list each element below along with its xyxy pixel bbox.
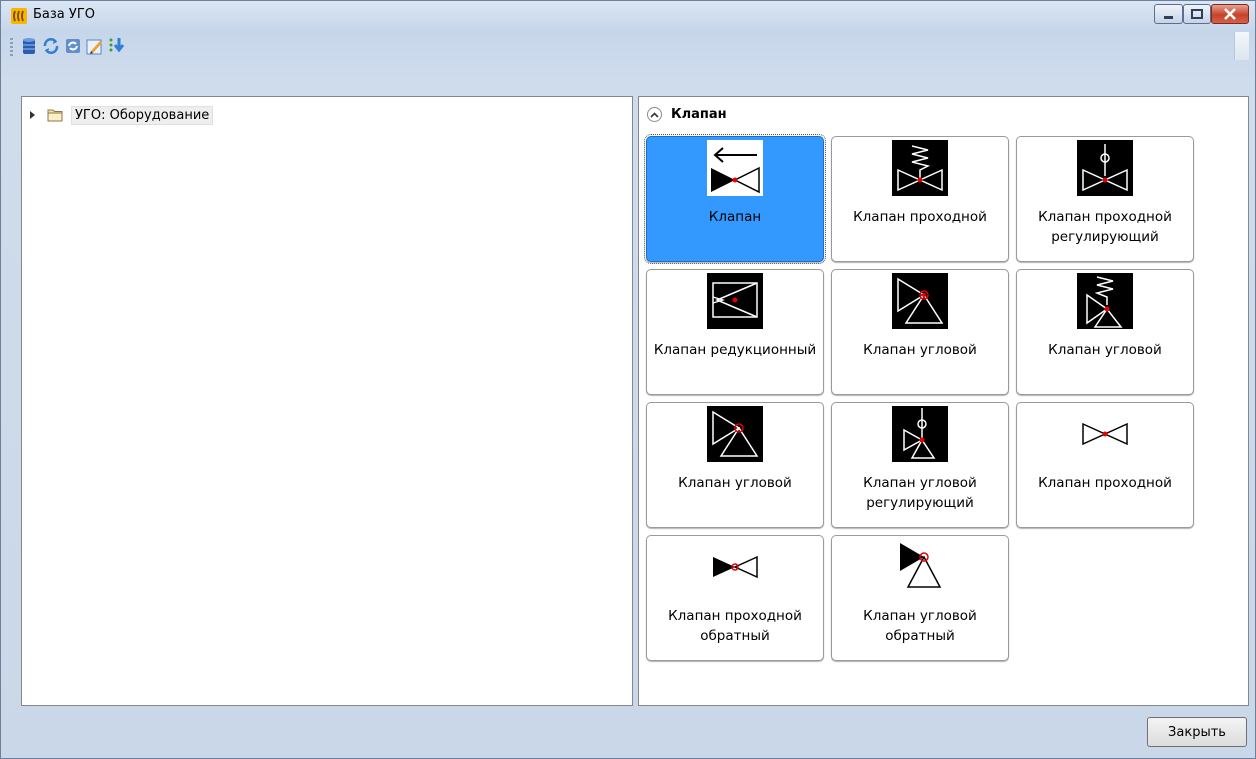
toolbar-overflow[interactable]: [1234, 32, 1249, 60]
valve-angle-spring-icon: [1077, 273, 1133, 329]
valve-angle-icon: [892, 273, 948, 329]
valve-angle-icon: [707, 406, 763, 462]
symbol-label: Клапан проходной обратный: [668, 608, 802, 644]
symbol-label: Клапан угловой: [678, 475, 792, 491]
minimize-icon: [1164, 16, 1173, 19]
sync-button[interactable]: [63, 36, 83, 56]
symbol-tile[interactable]: Клапан проходной: [831, 136, 1009, 262]
symbol-label: Клапан угловой: [1048, 342, 1162, 358]
valve-spring-icon: [892, 140, 948, 196]
close-button[interactable]: Закрыть: [1147, 717, 1247, 747]
symbol-tile[interactable]: Клапан проходной регулирующий: [1016, 136, 1194, 262]
toolbar: [7, 32, 1249, 60]
close-window-button[interactable]: [1211, 4, 1249, 24]
valve-reducing-icon: [707, 273, 763, 329]
valve-angle-check-icon: [900, 543, 942, 588]
database-icon: [23, 38, 35, 54]
symbol-tile[interactable]: Клапан угловой обратный: [831, 535, 1009, 661]
chevron-up-icon: [650, 111, 659, 118]
app-logo-icon: [11, 8, 27, 24]
symbol-tile[interactable]: Клапан угловой: [831, 269, 1009, 395]
symbol-tile[interactable]: Клапан: [644, 134, 826, 264]
symbol-label: Клапан редукционный: [653, 342, 817, 358]
database-button[interactable]: [19, 36, 39, 56]
edit-button[interactable]: [85, 36, 105, 56]
folder-icon: [47, 109, 63, 122]
symbol-tile[interactable]: Клапан редукционный: [646, 269, 824, 395]
tree-pane: УГО: Оборудование: [21, 96, 633, 706]
symbol-tile[interactable]: Клапан угловой: [1016, 269, 1194, 395]
symbol-label: Клапан проходной: [853, 209, 987, 225]
symbol-label: Клапан: [708, 209, 762, 225]
symbol-tile[interactable]: Клапан угловой: [646, 402, 824, 528]
title-bar[interactable]: База УГО: [1, 1, 1255, 31]
group-header: Клапан: [647, 107, 727, 122]
symbol-label: Клапан угловой обратный: [863, 608, 977, 644]
symbol-tile[interactable]: Клапан проходной обратный: [646, 535, 824, 661]
valve-straight-icon: [1082, 422, 1128, 446]
symbol-tile[interactable]: Клапан угловой регулирующий: [831, 402, 1009, 528]
refresh-icon: [43, 38, 59, 54]
sync-icon: [66, 39, 80, 53]
group-title: Клапан: [671, 107, 727, 122]
symbols-pane: Клапан Клапан Клапан проходной Клапан пр…: [638, 96, 1249, 706]
toolbar-grip[interactable]: [10, 38, 13, 56]
minimize-button[interactable]: [1154, 4, 1183, 24]
maximize-icon: [1191, 9, 1203, 19]
window-title: База УГО: [33, 7, 95, 22]
valve-regulating-icon: [1077, 140, 1133, 196]
window: База УГО УГО: Оборудование Клапан Клапан…: [0, 0, 1256, 759]
close-icon: [1224, 8, 1236, 20]
valve-angle-regulating-icon: [892, 406, 948, 462]
valve-arrow-icon: [707, 140, 763, 196]
valve-check-icon: [713, 555, 758, 579]
symbol-label: Клапан проходной регулирующий: [1038, 209, 1172, 245]
symbol-label: Клапан угловой регулирующий: [863, 475, 977, 511]
symbol-label: Клапан проходной: [1038, 475, 1172, 491]
edit-icon: [86, 39, 102, 55]
symbol-label: Клапан угловой: [863, 342, 977, 358]
tree-node-label: УГО: Оборудование: [71, 105, 214, 125]
maximize-button[interactable]: [1183, 4, 1211, 24]
tree-node-equipment[interactable]: УГО: Оборудование: [30, 105, 214, 125]
sort-button[interactable]: [107, 36, 127, 56]
collapse-button[interactable]: [647, 107, 662, 122]
sort-icon: [109, 38, 125, 53]
refresh-button[interactable]: [41, 36, 61, 56]
expand-arrow-icon[interactable]: [30, 111, 35, 119]
symbol-tile[interactable]: Клапан проходной: [1016, 402, 1194, 528]
